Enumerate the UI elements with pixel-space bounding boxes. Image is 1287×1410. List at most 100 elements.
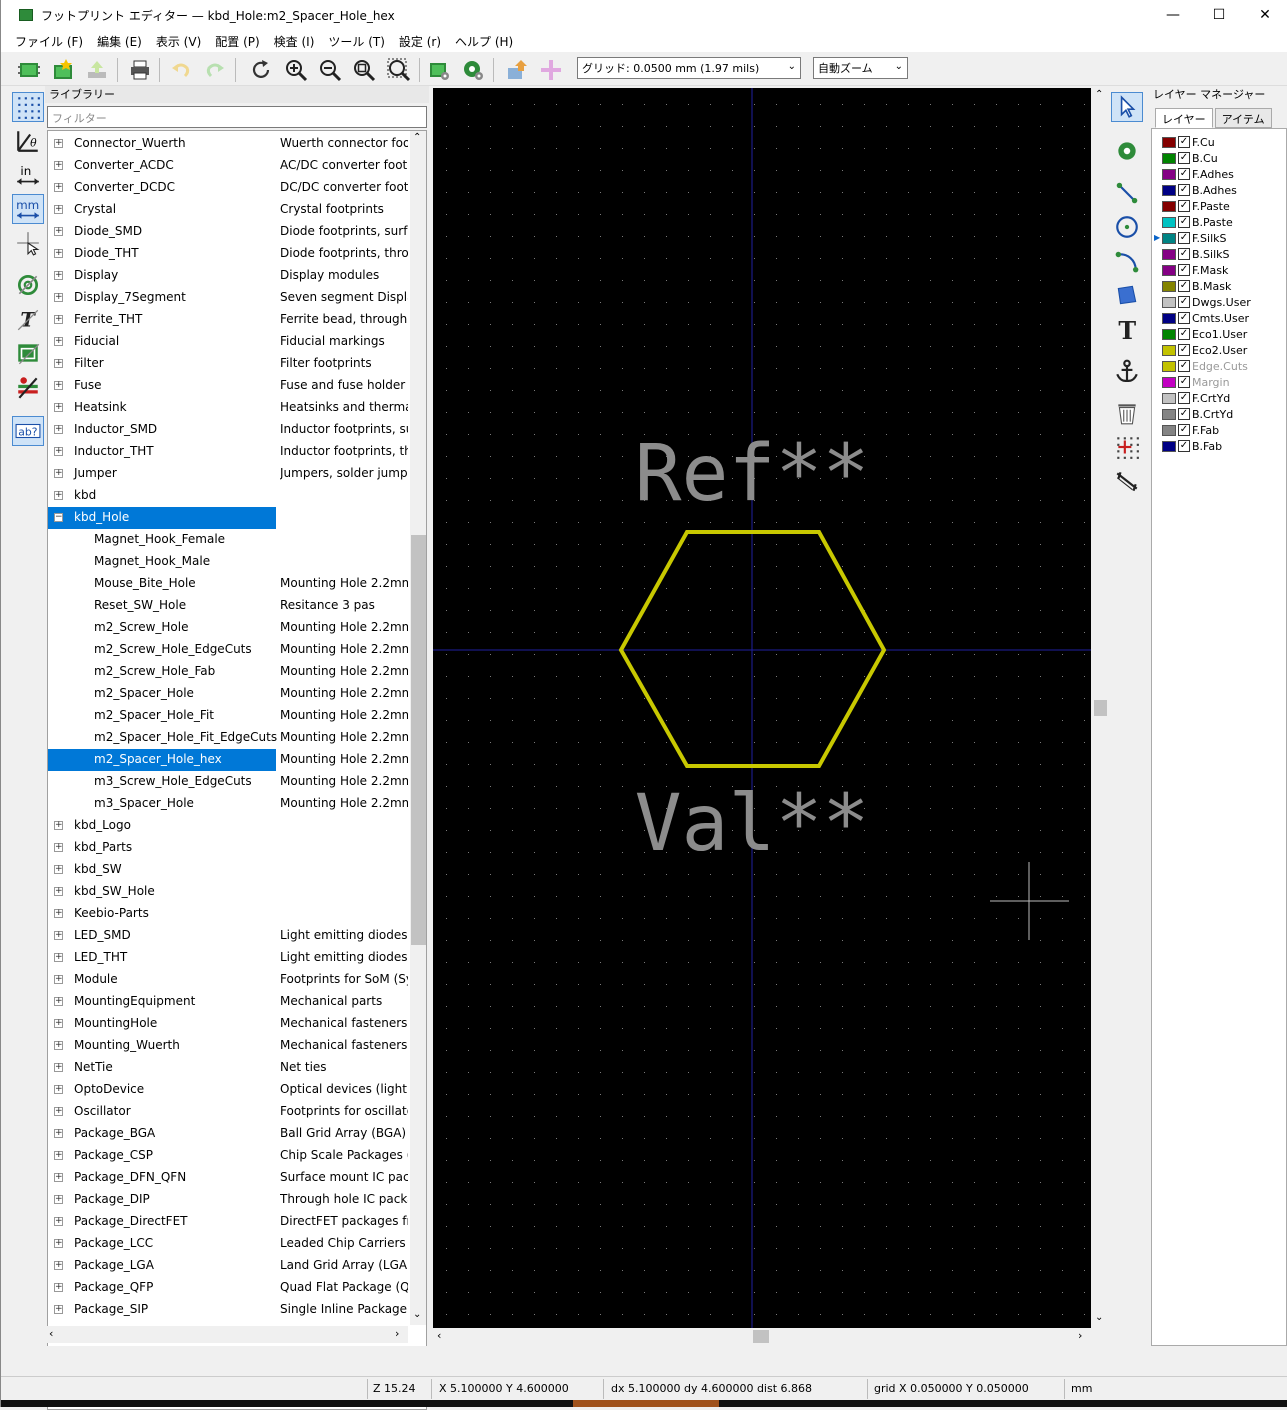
expand-icon[interactable]: + <box>54 1173 63 1182</box>
expand-icon[interactable]: + <box>54 139 63 148</box>
save-to-library-icon[interactable] <box>83 56 111 84</box>
canvas-drawing[interactable]: Ref** Val** <box>433 88 1091 1328</box>
footprint-list-item[interactable]: m2_Screw_Hole_EdgeCuts Mounting Hole 2.2m… <box>48 639 410 661</box>
layer-color-swatch[interactable] <box>1162 184 1176 196</box>
library-list-item[interactable]: + Heatsink Heatsinks and thermal p <box>48 397 410 419</box>
footprint-list-item[interactable]: Magnet_Hook_Male <box>48 551 410 573</box>
scroll-left-arrow-icon[interactable]: ‹ <box>437 1329 441 1342</box>
expand-icon[interactable]: + <box>54 1195 63 1204</box>
scroll-down-arrow-icon[interactable]: ⌄ <box>1095 1312 1103 1323</box>
canvas-vertical-scrollbar[interactable]: ⌃ ⌄ <box>1092 88 1109 1328</box>
scroll-up-arrow-icon[interactable]: ⌃ <box>413 132 421 143</box>
expand-icon[interactable]: + <box>54 1085 63 1094</box>
expand-icon[interactable]: + <box>54 1129 63 1138</box>
expand-icon[interactable]: + <box>54 293 63 302</box>
layer-visibility-checkbox[interactable]: ✓ <box>1178 328 1190 340</box>
pad-properties-icon[interactable] <box>459 56 487 84</box>
layer-row[interactable]: ✓ Eco1.User <box>1162 326 1247 342</box>
canvas-hscroll-thumb[interactable] <box>753 1330 769 1343</box>
layer-color-swatch[interactable] <box>1162 136 1176 148</box>
layer-color-swatch[interactable] <box>1162 312 1176 324</box>
menu-file[interactable]: ファイル (F) <box>15 33 83 50</box>
expand-icon[interactable]: + <box>54 1041 63 1050</box>
redo-icon[interactable] <box>201 56 229 84</box>
new-footprint-icon[interactable] <box>15 56 43 84</box>
library-filter-input[interactable]: フィルター <box>47 106 427 128</box>
expand-icon[interactable]: + <box>54 1107 63 1116</box>
layer-visibility-checkbox[interactable]: ✓ <box>1178 216 1190 228</box>
footprint-list-item[interactable]: m3_Spacer_Hole Mounting Hole 2.2mm, r <box>48 793 410 815</box>
expand-icon[interactable]: + <box>54 997 63 1006</box>
zoom-fit-icon[interactable] <box>350 56 378 84</box>
library-list-item[interactable]: + Converter_ACDC AC/DC converter footpri <box>48 155 410 177</box>
footprint-list-item[interactable]: m2_Spacer_Hole_hex Mounting Hole 2.2mm, r <box>48 749 410 771</box>
zoom-selection-icon[interactable] <box>385 56 413 84</box>
expand-icon[interactable]: + <box>54 953 63 962</box>
footprint-list-item[interactable]: m2_Spacer_Hole Mounting Hole 2.2mm, r <box>48 683 410 705</box>
library-list-item[interactable]: + NetTie Net ties <box>48 1057 410 1079</box>
library-list-item[interactable]: + Converter_DCDC DC/DC converter footpri <box>48 177 410 199</box>
layer-visibility-checkbox[interactable]: ✓ <box>1178 392 1190 404</box>
library-list-item[interactable]: + Package_LGA Land Grid Array (LGA) <box>48 1255 410 1277</box>
layer-row[interactable]: ✓ F.Mask <box>1162 262 1228 278</box>
library-list-item[interactable]: + Jumper Jumpers, solder jumpers, <box>48 463 410 485</box>
layer-color-swatch[interactable] <box>1162 328 1176 340</box>
library-list-item[interactable]: + LED_THT Light emitting diodes (LE <box>48 947 410 969</box>
add-text-icon[interactable]: T <box>1111 314 1143 344</box>
tab-layers[interactable]: レイヤー <box>1155 108 1213 128</box>
library-horizontal-scrollbar[interactable]: ‹ › <box>45 1326 408 1343</box>
library-list-item[interactable]: − kbd_Hole <box>48 507 410 529</box>
show-pad-numbers-icon[interactable]: ab? <box>12 416 44 446</box>
maximize-button[interactable]: ☐ <box>1196 0 1242 30</box>
graphics-sketch-icon[interactable] <box>12 338 44 368</box>
close-button[interactable]: ✕ <box>1242 0 1287 30</box>
menu-edit[interactable]: 編集 (E) <box>97 33 142 50</box>
library-list-item[interactable]: + Package_QFP Quad Flat Package (QFP <box>48 1277 410 1299</box>
library-list-item[interactable]: + Package_DFN_QFN Surface mount IC packag <box>48 1167 410 1189</box>
expand-icon[interactable]: + <box>54 1151 63 1160</box>
expand-icon[interactable]: + <box>54 183 63 192</box>
library-list-item[interactable]: + Connector_Wuerth Wuerth connector footp <box>48 133 410 155</box>
layer-visibility-checkbox[interactable]: ✓ <box>1178 312 1190 324</box>
menu-place[interactable]: 配置 (P) <box>215 33 259 50</box>
layer-row[interactable]: ✓ B.Cu <box>1162 150 1218 166</box>
expand-icon[interactable]: + <box>54 227 63 236</box>
expand-icon[interactable]: + <box>54 315 63 324</box>
library-list-item[interactable]: + Package_DirectFET DirectFET packages fro… <box>48 1211 410 1233</box>
library-list-item[interactable]: + Ferrite_THT Ferrite bead, through ho <box>48 309 410 331</box>
layer-visibility-checkbox[interactable]: ✓ <box>1178 184 1190 196</box>
expand-icon[interactable]: + <box>54 887 63 896</box>
footprint-list-item[interactable]: m2_Screw_Hole_Fab Mounting Hole 2.2mm, r <box>48 661 410 683</box>
layer-visibility-checkbox[interactable]: ✓ <box>1178 136 1190 148</box>
canvas-vscroll-thumb[interactable] <box>1094 700 1107 716</box>
scroll-left-arrow-icon[interactable]: ‹ <box>49 1327 53 1340</box>
expand-icon[interactable]: + <box>54 1063 63 1072</box>
canvas-horizontal-scrollbar[interactable]: ‹ › <box>433 1328 1091 1345</box>
layer-row[interactable]: ✓ B.Paste <box>1162 214 1233 230</box>
draw-polygon-icon[interactable] <box>1111 280 1143 310</box>
layer-color-swatch[interactable] <box>1162 392 1176 404</box>
zoom-in-icon[interactable] <box>282 56 310 84</box>
scroll-down-arrow-icon[interactable]: ⌄ <box>413 1309 421 1320</box>
library-scroll-thumb[interactable] <box>411 535 426 945</box>
expand-icon[interactable]: + <box>54 1217 63 1226</box>
library-list-item[interactable]: + kbd <box>48 485 410 507</box>
value-text[interactable]: Val** <box>635 779 870 869</box>
expand-icon[interactable]: + <box>54 865 63 874</box>
expand-icon[interactable]: + <box>54 205 63 214</box>
library-list-item[interactable]: + Package_DIP Through hole IC package <box>48 1189 410 1211</box>
expand-icon[interactable]: + <box>54 821 63 830</box>
library-list-item[interactable]: + Display_7Segment Seven segment Display <box>48 287 410 309</box>
layer-color-swatch[interactable] <box>1162 216 1176 228</box>
layer-visibility-checkbox[interactable]: ✓ <box>1178 280 1190 292</box>
polar-coords-icon[interactable]: θ <box>12 126 44 156</box>
expand-icon[interactable]: + <box>54 469 63 478</box>
pad-sketch-icon[interactable] <box>12 270 44 300</box>
footprint-list-item[interactable]: m3_Screw_Hole_EdgeCuts Mounting Hole 2.2m… <box>48 771 410 793</box>
expand-icon[interactable]: + <box>54 403 63 412</box>
library-list-item[interactable]: + MountingEquipment Mechanical parts <box>48 991 410 1013</box>
footprint-list-item[interactable]: m2_Spacer_Hole_Fit Mounting Hole 2.2mm, r <box>48 705 410 727</box>
layer-row[interactable]: ✓ B.Adhes <box>1162 182 1237 198</box>
expand-icon[interactable]: + <box>54 1019 63 1028</box>
library-list-item[interactable]: + Inductor_SMD Inductor footprints, surfa <box>48 419 410 441</box>
